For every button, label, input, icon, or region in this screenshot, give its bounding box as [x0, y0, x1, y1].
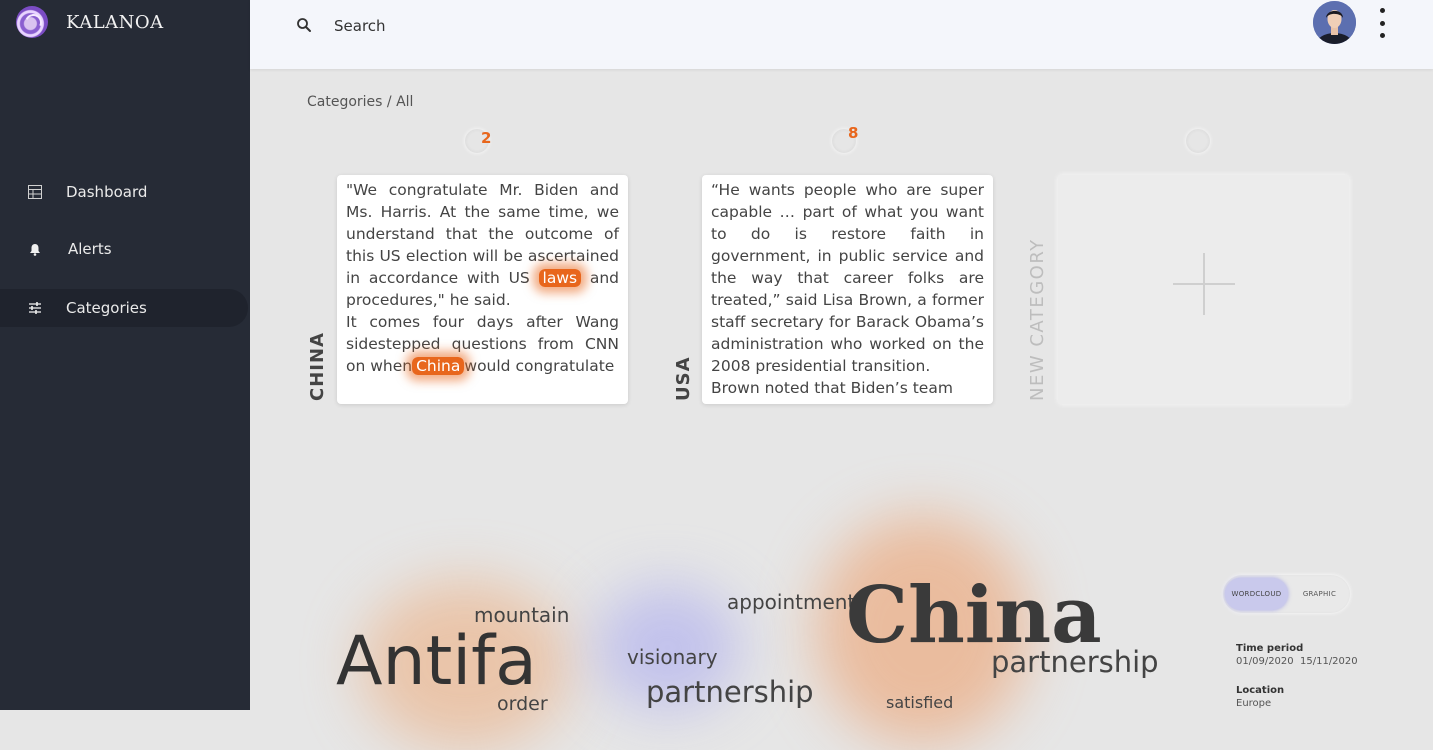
cloud-word[interactable]: partnership — [646, 675, 814, 709]
location-label: Location — [1236, 685, 1285, 696]
cloud-word[interactable]: appointment — [727, 590, 855, 614]
location-value[interactable]: Europe — [1236, 698, 1271, 709]
logo-icon — [16, 6, 48, 38]
cloud-word[interactable]: visionary — [627, 645, 718, 669]
cloud-word[interactable]: order — [497, 693, 548, 715]
time-period-value[interactable]: 01/09/2020 15/11/2020 — [1236, 656, 1358, 667]
sidebar: KALANOA Dashboard Alerts Categories — [0, 0, 250, 710]
keyword-highlight[interactable]: laws — [538, 269, 582, 287]
sidebar-item-label: Alerts — [68, 240, 112, 258]
sidebar-item-label: Categories — [66, 299, 147, 317]
table-icon — [28, 185, 42, 199]
topbar — [250, 0, 1433, 69]
category-count: 2 — [481, 129, 492, 147]
search-input[interactable] — [332, 14, 636, 38]
new-category-label: NEW CATEGORY — [1027, 238, 1048, 401]
card-text: “He wants people who are super capable …… — [711, 181, 984, 375]
brand-name: KALANOA — [66, 11, 164, 33]
cloud-word[interactable]: Antifa — [336, 622, 537, 701]
sidebar-item-label: Dashboard — [66, 183, 148, 201]
toggle-wordcloud[interactable]: WORDCLOUD — [1225, 578, 1288, 610]
toggle-graphic[interactable]: GRAPHIC — [1291, 578, 1348, 610]
card-text: would congratulate — [464, 357, 615, 375]
keyword-highlight[interactable]: China — [412, 357, 465, 375]
card-text: Brown noted that Biden’s team — [711, 379, 953, 397]
category-card-china[interactable]: "We congratulate Mr. Biden and Ms. Harri… — [337, 175, 628, 404]
plus-icon[interactable] — [1173, 253, 1235, 315]
sidebar-item-categories[interactable]: Categories — [0, 289, 248, 327]
breadcrumb: Categories / All — [307, 94, 414, 110]
view-toggle: WORDCLOUD GRAPHIC — [1223, 575, 1350, 613]
avatar[interactable] — [1313, 1, 1356, 44]
more-options-icon[interactable] — [1376, 8, 1388, 38]
category-name: CHINA — [307, 332, 328, 401]
sidebar-item-alerts[interactable]: Alerts — [0, 230, 248, 268]
sidebar-item-dashboard[interactable]: Dashboard — [0, 173, 248, 211]
new-category-card[interactable] — [1058, 175, 1349, 404]
category-count: 8 — [848, 124, 859, 142]
category-name: USA — [673, 356, 694, 401]
sliders-icon — [28, 301, 42, 315]
category-indicator — [1186, 129, 1210, 153]
bell-icon — [28, 242, 42, 256]
cloud-word[interactable]: satisfied — [886, 693, 953, 712]
brand[interactable]: KALANOA — [16, 6, 164, 38]
time-period-label: Time period — [1236, 643, 1304, 654]
cloud-word[interactable]: partnership — [991, 645, 1159, 679]
category-card-usa[interactable]: “He wants people who are super capable …… — [702, 175, 993, 404]
search-icon[interactable] — [296, 17, 312, 33]
